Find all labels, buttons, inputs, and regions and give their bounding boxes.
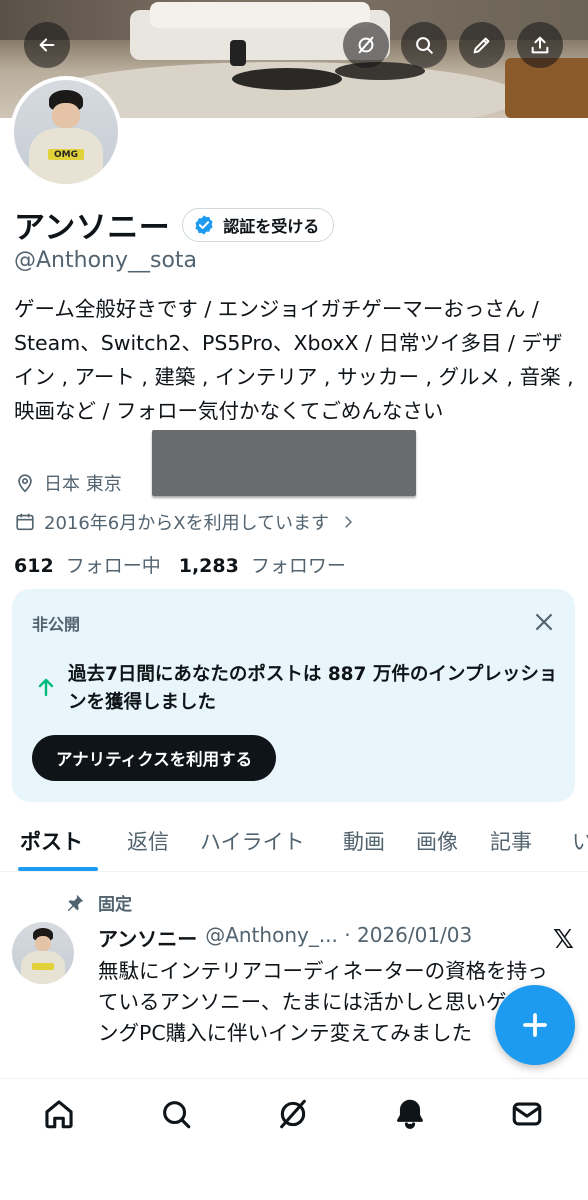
arrow-up-icon xyxy=(38,678,54,697)
profile-avatar[interactable]: OMG xyxy=(10,76,122,188)
location-text: 日本 東京 xyxy=(44,474,122,495)
tab-videos[interactable]: 動画 xyxy=(343,826,385,856)
following-link[interactable]: 612 フォロー中 xyxy=(14,551,161,578)
calendar-icon xyxy=(16,513,34,531)
banner-lamp xyxy=(230,40,246,66)
tab-articles[interactable]: 記事 xyxy=(490,826,532,856)
close-card-button[interactable] xyxy=(531,609,557,635)
post-text: 無駄にインテリアコーディネーターの資格を持っているアンソニー、たまには活かしと思… xyxy=(98,959,548,1045)
avatar-sign-text: OMG xyxy=(53,149,78,160)
pin-icon xyxy=(67,894,84,911)
follow-stats: 612 フォロー中 1,283 フォロワー xyxy=(14,551,364,578)
profile-tabs: ポスト 返信 ハイライト 動画 画像 記事 い xyxy=(0,812,588,872)
redaction-overlay xyxy=(152,430,416,496)
notifications-bell-icon xyxy=(397,1099,423,1129)
avatar-image: OMG xyxy=(14,80,118,184)
pinned-label: 固定 xyxy=(98,895,132,915)
back-arrow-icon xyxy=(39,38,55,52)
home-icon xyxy=(45,1100,73,1129)
followers-count: 1,283 xyxy=(178,555,239,577)
location-pin-icon xyxy=(18,474,32,493)
search-icon xyxy=(416,37,433,54)
close-icon xyxy=(535,613,553,631)
user-handle: @Anthony__sota xyxy=(14,248,198,273)
tab-images[interactable]: 画像 xyxy=(416,826,458,856)
get-verified-button[interactable]: 認証を受ける xyxy=(182,207,335,242)
profile-bio: ゲーム全般好きです / エンジョイガチゲーマーおっさん / Steam、Swit… xyxy=(14,297,574,423)
post-author-name: アンソニー xyxy=(98,927,198,951)
verified-badge-icon xyxy=(195,214,213,235)
messages-icon xyxy=(512,1102,542,1126)
avatar-face xyxy=(52,102,80,128)
edit-profile-button[interactable] xyxy=(459,22,505,68)
avatar-face xyxy=(34,935,52,951)
pinned-indicator: 固定 xyxy=(64,890,132,915)
followers-link[interactable]: 1,283 フォロワー xyxy=(179,551,346,578)
edit-pencil-icon xyxy=(473,37,490,54)
active-tab-indicator xyxy=(18,867,98,871)
nav-messages[interactable] xyxy=(510,1097,544,1131)
trend-up-arrow xyxy=(34,675,58,699)
nav-notifications[interactable] xyxy=(393,1097,427,1131)
tab-posts[interactable]: ポスト xyxy=(20,826,83,856)
x-logo-icon: 𝕏 xyxy=(553,925,574,955)
bottom-navigation xyxy=(0,1078,588,1200)
name-row: アンソニー 認証を受ける xyxy=(14,202,335,247)
tab-replies[interactable]: 返信 xyxy=(127,826,169,856)
followers-label: フォロワー xyxy=(250,555,346,577)
compose-post-button[interactable] xyxy=(495,985,575,1065)
tab-likes[interactable]: い xyxy=(572,826,588,856)
get-verified-label: 認証を受ける xyxy=(223,216,320,236)
following-count: 612 xyxy=(14,555,54,577)
banner-table xyxy=(232,68,342,90)
joined-text: 2016年6月からXを利用しています xyxy=(44,513,330,534)
joined-row[interactable]: 2016年6月からXを利用しています xyxy=(14,509,365,535)
post-avatar-image xyxy=(12,922,74,984)
post-handle-date: @Anthony_... · 2026/01/03 xyxy=(205,923,473,947)
private-analytics-card: 非公開 過去7日間にあなたのポストは 887 万件のインプレッションを獲得しまし… xyxy=(12,589,575,802)
grok-icon xyxy=(358,36,374,54)
following-label: フォロー中 xyxy=(65,555,161,577)
share-button[interactable] xyxy=(517,22,563,68)
back-button[interactable] xyxy=(24,22,70,68)
banner-sofa-back xyxy=(150,2,370,28)
grok-button[interactable] xyxy=(343,22,389,68)
tab-highlights[interactable]: ハイライト xyxy=(200,826,305,856)
nav-home[interactable] xyxy=(42,1097,76,1131)
share-icon xyxy=(531,36,549,54)
analytics-button[interactable]: アナリティクスを利用する xyxy=(32,735,277,781)
chevron-right-icon xyxy=(345,516,353,528)
nav-search[interactable] xyxy=(159,1097,193,1131)
post-author-avatar[interactable] xyxy=(12,922,74,984)
grok-icon xyxy=(280,1099,306,1129)
impressions-message: 過去7日間にあなたのポストは 887 万件のインプレッションを獲得しました xyxy=(68,664,558,713)
plus-icon xyxy=(523,1013,547,1037)
display-name: アンソニー xyxy=(14,210,171,246)
location-row: 日本 東京 xyxy=(14,470,122,496)
post-header[interactable]: アンソニー @Anthony_... · 2026/01/03 xyxy=(98,923,472,952)
private-label: 非公開 xyxy=(32,615,81,634)
avatar-sign xyxy=(32,962,54,970)
nav-grok[interactable] xyxy=(276,1097,310,1131)
search-icon xyxy=(163,1101,191,1129)
search-button[interactable] xyxy=(401,22,447,68)
avatar-sign: OMG xyxy=(48,148,84,161)
